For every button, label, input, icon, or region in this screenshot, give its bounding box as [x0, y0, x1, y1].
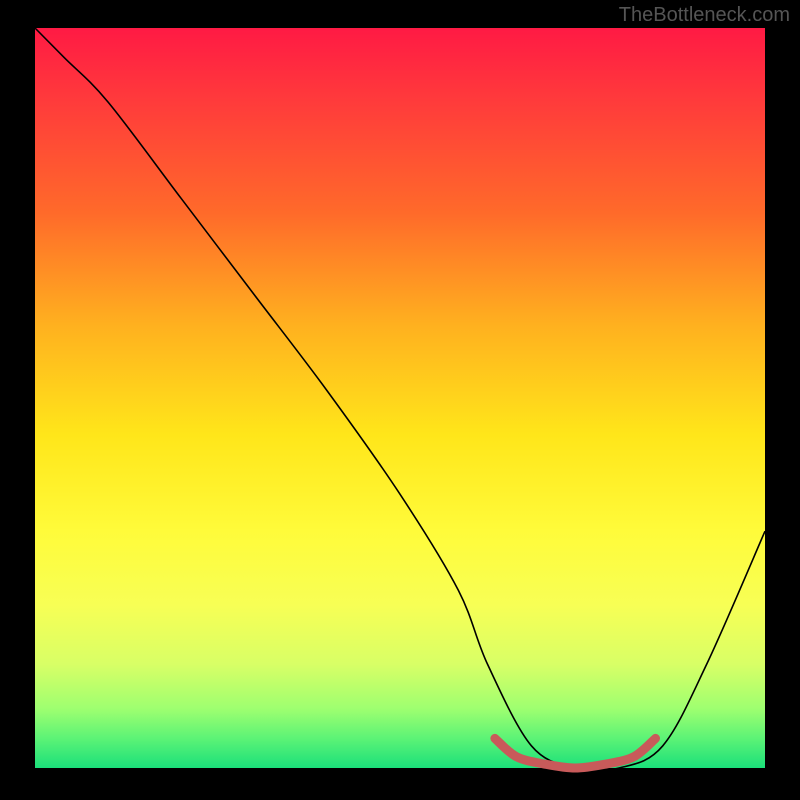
- plot-area: [35, 28, 765, 768]
- optimal-range-highlight: [495, 738, 656, 768]
- chart-svg: [35, 28, 765, 768]
- bottleneck-curve: [35, 28, 765, 771]
- chart-frame: [0, 0, 800, 800]
- watermark-text: TheBottleneck.com: [619, 4, 790, 27]
